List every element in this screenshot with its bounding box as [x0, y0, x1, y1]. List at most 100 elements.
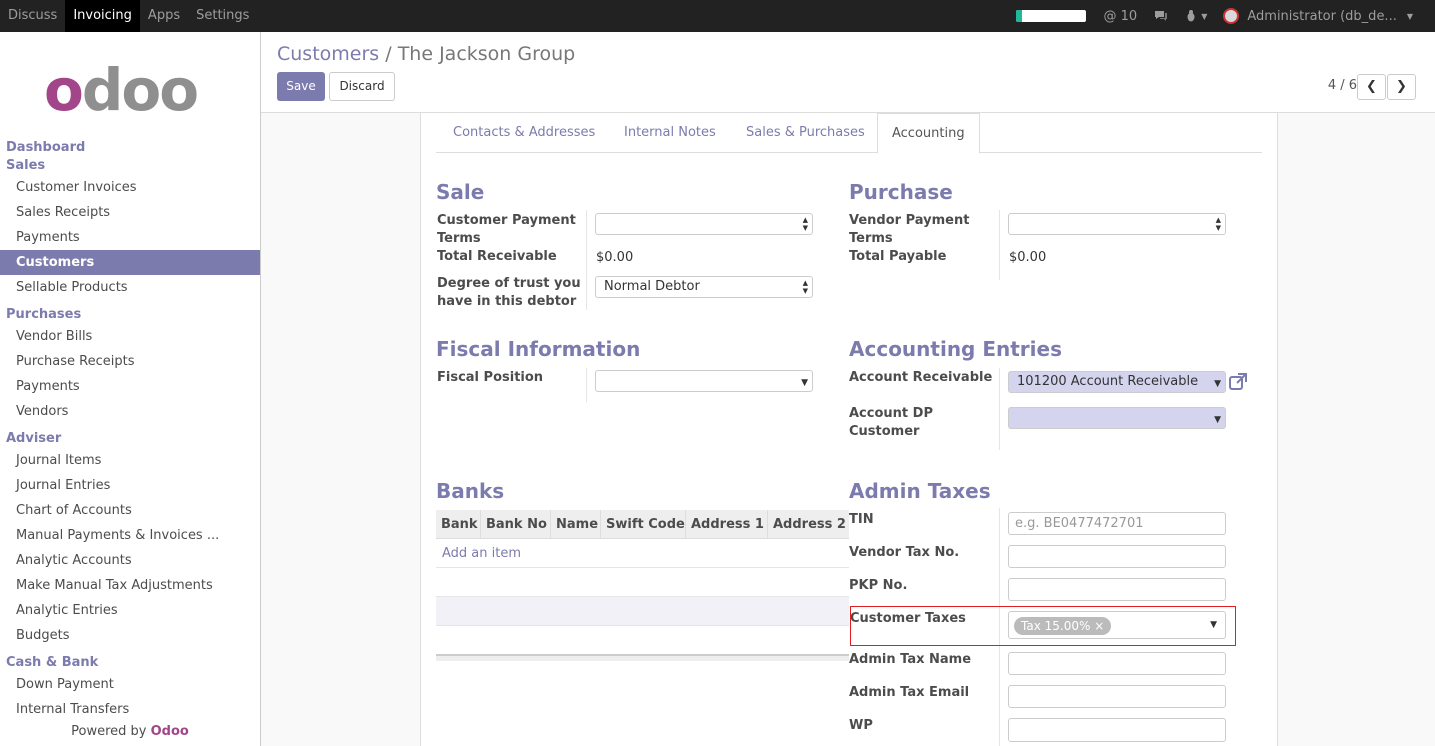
- total-payable-value: $0.00: [1009, 250, 1047, 265]
- wp-input[interactable]: [1008, 718, 1226, 742]
- debug-bug-icon[interactable]: ▼: [1185, 10, 1207, 22]
- app-discuss[interactable]: Discuss: [0, 0, 65, 32]
- app-settings[interactable]: Settings: [188, 0, 257, 32]
- customer-payment-terms-select[interactable]: ▲ ▼: [595, 213, 813, 235]
- systray: @ 10 ▼ Administrator (db_de... ▼: [1015, 0, 1429, 32]
- pkp-no-input[interactable]: [1008, 578, 1226, 601]
- account-receivable-select[interactable]: 101200 Account Receivable ▼: [1008, 371, 1226, 393]
- sidebar-item-journal-entries[interactable]: Journal Entries: [0, 473, 260, 498]
- sidebar-item-customers[interactable]: Customers: [0, 250, 260, 275]
- field-divider: [586, 368, 587, 402]
- pager-next-button[interactable]: ❯: [1387, 74, 1416, 100]
- sidebar-item-manual-payments[interactable]: Manual Payments & Invoices ...: [0, 523, 260, 548]
- sidebar-item-budgets[interactable]: Budgets: [0, 623, 260, 648]
- table-row: [436, 597, 849, 626]
- sidebar-item-sales-payments[interactable]: Payments: [0, 225, 260, 250]
- table-row: [436, 568, 849, 597]
- sidebar-item-purchase-payments[interactable]: Payments: [0, 374, 260, 399]
- account-dp-customer-label-line1: Account DP: [849, 406, 933, 421]
- sidebar-item-purchase-receipts[interactable]: Purchase Receipts: [0, 349, 260, 374]
- add-an-item-link[interactable]: Add an item: [436, 539, 849, 568]
- sidebar-section-adviser: Adviser: [6, 431, 62, 446]
- save-button[interactable]: Save: [277, 72, 325, 101]
- sidebar-section-dashboard[interactable]: Dashboard: [0, 139, 260, 157]
- field-divider: [999, 210, 1000, 280]
- sidebar-item-manual-tax-adjustments[interactable]: Make Manual Tax Adjustments: [0, 573, 260, 598]
- purchase-heading: Purchase: [849, 180, 953, 204]
- mentions-counter[interactable]: @ 10: [1104, 9, 1138, 24]
- sidebar-item-sellable-products[interactable]: Sellable Products: [0, 275, 260, 300]
- admin-tax-name-label: Admin Tax Name: [849, 652, 972, 667]
- wp-label: WP: [849, 718, 873, 733]
- account-receivable-value: 101200 Account Receivable: [1017, 374, 1199, 389]
- account-receivable-label: Account Receivable: [849, 370, 993, 385]
- banks-heading: Banks: [436, 479, 505, 503]
- accounting-entries-heading: Accounting Entries: [849, 337, 1062, 361]
- degree-of-trust-label-line2: have in this debtor: [437, 294, 577, 309]
- pkp-no-label: PKP No.: [849, 578, 908, 593]
- total-payable-label: Total Payable: [849, 249, 947, 264]
- sidebar-item-journal-items[interactable]: Journal Items: [0, 448, 260, 473]
- vendor-tax-no-input[interactable]: [1008, 545, 1226, 568]
- vendor-tax-no-label: Vendor Tax No.: [849, 545, 960, 560]
- column-address-2[interactable]: Address 2: [768, 510, 849, 538]
- admin-tax-name-input[interactable]: [1008, 652, 1226, 675]
- table-row: Add an item: [436, 539, 849, 568]
- column-name[interactable]: Name: [551, 510, 601, 538]
- sidebar-menu: Dashboard Sales Customer Invoices Sales …: [0, 139, 260, 722]
- sidebar-item-chart-of-accounts[interactable]: Chart of Accounts: [0, 498, 260, 523]
- external-link-icon[interactable]: [1229, 373, 1247, 391]
- banks-table: Bank Bank No Name Swift Code Address 1 A…: [436, 510, 849, 661]
- sidebar-item-vendors[interactable]: Vendors: [0, 399, 260, 424]
- tab-accounting[interactable]: Accounting: [877, 113, 980, 154]
- discard-button[interactable]: Discard: [329, 72, 395, 101]
- sidebar-item-internal-transfers[interactable]: Internal Transfers: [0, 697, 260, 722]
- column-bank[interactable]: Bank: [436, 510, 481, 538]
- tin-input[interactable]: e.g. BE0477472701: [1008, 512, 1226, 535]
- admin-tax-email-input[interactable]: [1008, 685, 1226, 708]
- odoo-logo[interactable]: odoo: [44, 61, 199, 119]
- avatar: [1223, 8, 1240, 24]
- account-dp-customer-select[interactable]: ▼: [1008, 407, 1226, 429]
- sale-heading: Sale: [436, 180, 485, 204]
- column-swift-code[interactable]: Swift Code: [601, 510, 686, 538]
- pager-value[interactable]: 4 / 6: [1328, 78, 1357, 93]
- powered-by: Powered by Odoo: [0, 724, 260, 746]
- sidebar-item-vendor-bills[interactable]: Vendor Bills: [0, 324, 260, 349]
- column-address-1[interactable]: Address 1: [686, 510, 768, 538]
- degree-of-trust-select[interactable]: Normal Debtor ▲ ▼: [595, 276, 813, 298]
- breadcrumb-current: The Jackson Group: [397, 43, 576, 65]
- control-panel: Customers / The Jackson Group Save Disca…: [261, 32, 1435, 113]
- sidebar: odoo Dashboard Sales Customer Invoices S…: [0, 32, 261, 746]
- tin-label: TIN: [849, 512, 874, 527]
- fiscal-position-label: Fiscal Position: [437, 370, 544, 385]
- sidebar-item-sales-receipts[interactable]: Sales Receipts: [0, 200, 260, 225]
- fiscal-position-select[interactable]: ▼: [595, 370, 813, 392]
- sidebar-section-cash-bank: Cash & Bank: [6, 655, 99, 670]
- tab-internal-notes[interactable]: Internal Notes: [624, 113, 716, 153]
- chevron-down-icon: ▼: [1214, 379, 1221, 389]
- progress-bar[interactable]: [1015, 10, 1086, 22]
- sidebar-item-customer-invoices[interactable]: Customer Invoices: [0, 175, 260, 200]
- breadcrumb-customers[interactable]: Customers: [277, 43, 379, 65]
- user-menu[interactable]: Administrator (db_de... ▼: [1223, 8, 1413, 24]
- sidebar-item-down-payment[interactable]: Down Payment: [0, 672, 260, 697]
- vendor-payment-terms-select[interactable]: ▲ ▼: [1008, 213, 1226, 235]
- breadcrumb: Customers / The Jackson Group: [277, 43, 575, 65]
- app-apps[interactable]: Apps: [140, 0, 188, 32]
- sidebar-item-analytic-entries[interactable]: Analytic Entries: [0, 598, 260, 623]
- degree-of-trust-label-line1: Degree of trust you: [437, 276, 581, 291]
- user-name: Administrator (db_de...: [1247, 8, 1397, 24]
- sidebar-section-sales: Sales: [6, 158, 46, 173]
- chat-icon[interactable]: [1153, 9, 1169, 23]
- chevron-down-icon: ▼: [1406, 11, 1413, 21]
- column-bank-no[interactable]: Bank No: [481, 510, 551, 538]
- vendor-payment-terms-label-line2: Terms: [849, 231, 893, 246]
- total-receivable-label: Total Receivable: [437, 249, 557, 264]
- tab-sales-purchases[interactable]: Sales & Purchases: [746, 113, 865, 153]
- app-invoicing[interactable]: Invoicing: [65, 0, 140, 32]
- sidebar-item-analytic-accounts[interactable]: Analytic Accounts: [0, 548, 260, 573]
- tab-contacts-addresses[interactable]: Contacts & Addresses: [453, 113, 595, 153]
- pager-previous-button[interactable]: ❮: [1357, 74, 1386, 100]
- powered-by-link[interactable]: Odoo: [151, 724, 189, 739]
